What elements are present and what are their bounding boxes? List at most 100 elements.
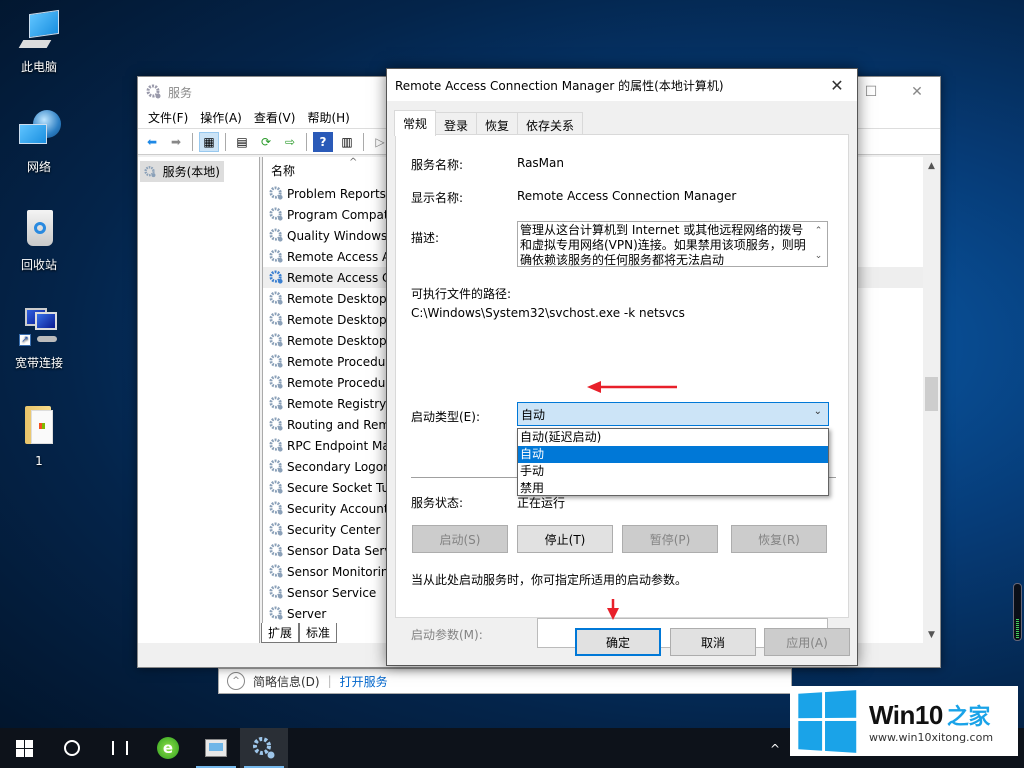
- watermark: Win10 之家 www.win10xitong.com: [790, 686, 1018, 756]
- scroll-down-icon[interactable]: ▼: [923, 626, 940, 643]
- apply-button[interactable]: 应用(A): [764, 628, 850, 656]
- services-title: 服务: [168, 85, 193, 100]
- menu-file[interactable]: 文件(F): [142, 109, 194, 126]
- close-icon[interactable]: ✕: [817, 69, 857, 101]
- broadband-connection-icon: ↗: [17, 306, 61, 350]
- close-button[interactable]: ✕: [894, 77, 940, 107]
- desktop-icon-label: 回收站: [20, 258, 57, 272]
- desktop-icon-folder[interactable]: 1: [4, 406, 74, 468]
- menu-action[interactable]: 操作(A): [194, 109, 248, 126]
- recycle-bin-icon: [17, 208, 61, 252]
- gear-icon: [144, 165, 156, 177]
- service-row-name: Remote Desktop: [287, 312, 387, 327]
- watermark-url: www.win10xitong.com: [869, 730, 994, 744]
- gear-icon: [146, 84, 161, 99]
- gear-icon: [253, 737, 275, 759]
- sort-ascending-icon: ^: [349, 157, 358, 168]
- description-box[interactable]: 管理从这台计算机到 Internet 或其他远程网络的拨号和虚拟专用网络(VPN…: [517, 221, 828, 267]
- tree-pane: 服务(本地): [138, 157, 260, 643]
- description-label: 描述:: [411, 231, 440, 245]
- annotation-arrow-down-icon: [607, 599, 619, 620]
- dialog-title-bar: Remote Access Connection Manager 的属性(本地计…: [387, 69, 857, 101]
- scroll-down-icon[interactable]: ⌄: [815, 249, 823, 264]
- dialog-title: Remote Access Connection Manager 的属性(本地计…: [395, 78, 724, 93]
- show-hide-tree-icon[interactable]: ▦: [199, 131, 219, 152]
- description-scrollbar[interactable]: ⌃ ⌄: [810, 222, 827, 266]
- start-button[interactable]: 启动(S): [412, 525, 508, 553]
- tree-item-services-local[interactable]: 服务(本地): [140, 161, 224, 182]
- general-tab-panel: 服务名称: RasMan 显示名称: Remote Access Connect…: [395, 134, 849, 648]
- performance-monitor-icon: [205, 739, 227, 757]
- option-auto[interactable]: 自动: [518, 446, 828, 463]
- gear-icon: [269, 522, 283, 536]
- start-params-label: 启动参数(M):: [411, 628, 483, 642]
- stop-button[interactable]: 停止(T): [517, 525, 613, 553]
- startup-type-value: 自动: [521, 407, 546, 422]
- action-pane-icon[interactable]: ▥: [337, 132, 357, 152]
- service-name-value: RasMan: [517, 156, 564, 170]
- gear-icon: [269, 249, 283, 263]
- forward-icon[interactable]: ➡: [166, 132, 186, 152]
- windows-logo-icon: [798, 689, 857, 753]
- tab-logon[interactable]: 登录: [435, 112, 478, 136]
- resume-button[interactable]: 恢复(R): [731, 525, 827, 553]
- gear-icon: [269, 480, 283, 494]
- watermark-title-cn: 之家: [946, 703, 991, 729]
- divider: |: [327, 674, 332, 688]
- service-row-name: Remote Access C: [287, 270, 391, 285]
- gear-icon: [269, 291, 283, 305]
- gear-icon: [269, 375, 283, 389]
- description-text: 管理从这台计算机到 Internet 或其他远程网络的拨号和虚拟专用网络(VPN…: [520, 223, 806, 267]
- option-auto-delayed[interactable]: 自动(延迟启动): [518, 429, 828, 446]
- tab-dependencies[interactable]: 依存关系: [517, 112, 584, 136]
- desktop-icon-recycle-bin[interactable]: 回收站: [4, 208, 74, 273]
- open-services-link[interactable]: 打开服务: [340, 673, 388, 690]
- service-row-name: Remote Desktop: [287, 291, 387, 306]
- gear-icon: [269, 585, 283, 599]
- taskbar-performance-monitor[interactable]: [192, 728, 240, 768]
- pause-button[interactable]: 暂停(P): [622, 525, 718, 553]
- task-view-button[interactable]: [96, 728, 144, 768]
- services-list-scrollbar[interactable]: ▲ ▼: [923, 157, 940, 643]
- option-manual[interactable]: 手动: [518, 463, 828, 480]
- tab-recovery[interactable]: 恢复: [476, 112, 519, 136]
- scroll-thumb[interactable]: [925, 377, 938, 411]
- desktop-icon-label: 宽带连接: [14, 356, 63, 370]
- tab-extended[interactable]: 扩展: [261, 623, 300, 643]
- search-circle-icon: [64, 740, 80, 756]
- ok-button[interactable]: 确定: [575, 628, 661, 656]
- back-icon[interactable]: ⬅: [142, 132, 162, 152]
- cancel-button[interactable]: 取消: [670, 628, 756, 656]
- scroll-up-icon[interactable]: ▲: [923, 157, 940, 174]
- tray-chevron-up-icon[interactable]: ^: [770, 742, 780, 756]
- task-view-icon: [112, 741, 128, 755]
- start-button[interactable]: [0, 728, 48, 768]
- startup-type-label: 启动类型(E):: [411, 410, 480, 424]
- tab-general[interactable]: 常规: [394, 110, 437, 136]
- menu-view[interactable]: 查看(V): [248, 109, 302, 126]
- service-row-name: Server: [287, 606, 327, 621]
- desktop-icon-network[interactable]: 网络: [4, 110, 74, 175]
- tab-standard[interactable]: 标准: [299, 623, 338, 643]
- path-value: C:\Windows\System32\svchost.exe -k netsv…: [411, 306, 685, 320]
- desktop-icon-broadband[interactable]: ↗ 宽带连接: [4, 306, 74, 371]
- brief-info-toggle[interactable]: 简略信息(D): [253, 673, 320, 690]
- option-disabled[interactable]: 禁用: [518, 480, 828, 497]
- properties-icon[interactable]: ▤: [232, 132, 252, 152]
- gear-icon: [269, 396, 283, 410]
- taskbar-services[interactable]: [240, 728, 288, 768]
- desktop-icon-this-pc[interactable]: 此电脑: [4, 9, 74, 75]
- gear-icon: [269, 207, 283, 221]
- menu-help[interactable]: 帮助(H): [301, 109, 355, 126]
- gear-icon: [269, 186, 283, 200]
- startup-type-select[interactable]: 自动 ⌄: [517, 402, 829, 426]
- taskbar-browser[interactable]: e: [144, 728, 192, 768]
- cortana-button[interactable]: [48, 728, 96, 768]
- scroll-up-icon[interactable]: ⌃: [815, 224, 823, 239]
- refresh-icon[interactable]: ⟳: [256, 132, 276, 152]
- export-list-icon[interactable]: ⇨: [280, 132, 300, 152]
- gear-icon: [269, 417, 283, 431]
- help-icon[interactable]: ?: [313, 131, 333, 152]
- collapse-icon[interactable]: ^: [227, 672, 245, 690]
- gear-icon: [269, 501, 283, 515]
